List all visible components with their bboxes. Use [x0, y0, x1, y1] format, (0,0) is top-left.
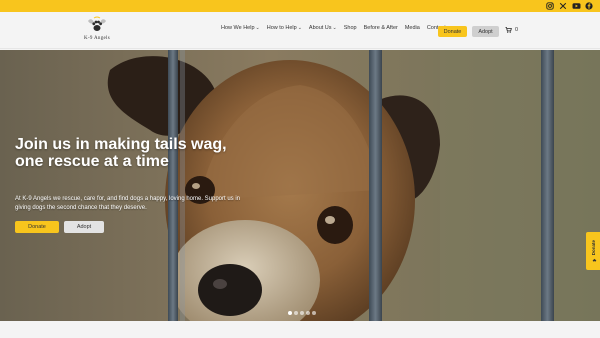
nav-item-about-us[interactable]: About Us ⌄	[309, 25, 337, 31]
x-icon[interactable]	[558, 1, 568, 11]
below-fold-section	[0, 321, 600, 338]
side-donate-label: ❤ Donate	[591, 240, 596, 262]
chevron-down-icon: ⌄	[297, 25, 302, 31]
hero-dog-photo	[0, 50, 600, 321]
hero-description: At K-9 Angels we rescue, care for, and f…	[15, 196, 241, 211]
slider-dots	[288, 311, 316, 315]
nav-item-label: How to Help	[266, 25, 297, 31]
slider-dot[interactable]	[294, 311, 298, 315]
social-links	[545, 1, 594, 11]
slider-dot[interactable]	[300, 311, 304, 315]
nav-adopt-button[interactable]: Adopt	[472, 26, 499, 37]
cart-icon	[505, 27, 512, 33]
cart-count: 0	[515, 27, 519, 33]
nav-item-label: Before & After	[363, 25, 398, 31]
site-logo[interactable]: K-9 Angels	[80, 15, 114, 47]
chevron-down-icon: ⌄	[255, 25, 260, 31]
nav-item-label: Media	[404, 25, 420, 31]
logo-text: K-9 Angels	[84, 36, 110, 41]
hero-title: Join us in making tails wag, one rescue …	[15, 136, 227, 170]
hero-donate-button[interactable]: Donate	[15, 221, 59, 233]
paw-wings-icon	[88, 16, 106, 31]
instagram-icon[interactable]	[545, 1, 555, 11]
slider-dot[interactable]	[306, 311, 310, 315]
site-header: K-9 Angels How We Help ⌄ How to Help ⌄ A…	[0, 12, 600, 49]
hero-adopt-button[interactable]: Adopt	[64, 221, 104, 233]
chevron-down-icon: ⌄	[332, 25, 337, 31]
nav-item-how-to-help[interactable]: How to Help ⌄	[267, 25, 302, 31]
nav-item-label: About Us	[308, 25, 332, 31]
nav-donate-button[interactable]: Donate	[438, 26, 467, 37]
main-nav: How We Help ⌄ How to Help ⌄ About Us ⌄ S…	[221, 25, 446, 31]
youtube-icon[interactable]	[571, 1, 581, 11]
nav-item-label: How We Help	[221, 25, 255, 31]
side-donate-text: Donate	[590, 240, 596, 256]
nav-item-shop[interactable]: Shop	[344, 25, 357, 31]
slider-dot[interactable]	[312, 311, 316, 315]
nav-item-media[interactable]: Media	[405, 25, 420, 31]
facebook-icon[interactable]	[584, 1, 594, 11]
nav-item-how-we-help[interactable]: How We Help ⌄	[221, 25, 260, 31]
heart-icon: ❤	[590, 255, 596, 262]
top-bar	[0, 0, 600, 12]
side-donate-tab[interactable]: ❤ Donate	[586, 232, 600, 270]
cart-link[interactable]: 0	[505, 27, 518, 33]
slider-dot[interactable]	[288, 311, 292, 315]
nav-item-label: Shop	[343, 25, 357, 31]
nav-item-before-after[interactable]: Before & After	[364, 25, 398, 31]
hero-slider: Join us in making tails wag, one rescue …	[0, 50, 600, 321]
